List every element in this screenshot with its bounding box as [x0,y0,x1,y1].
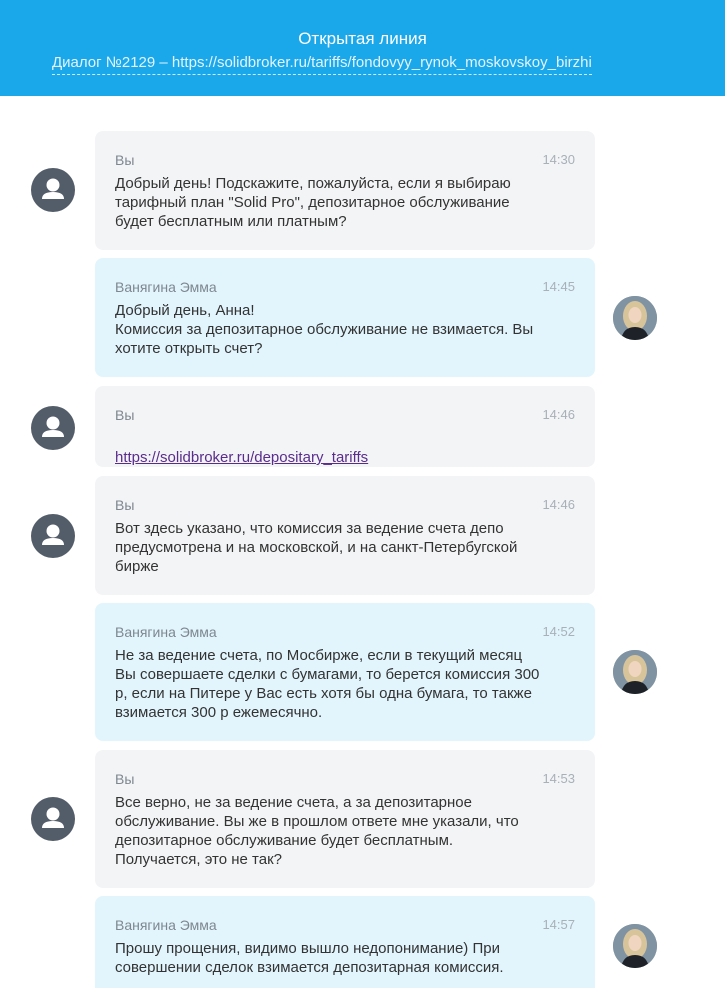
user-icon [42,807,64,828]
operator-photo-icon [613,296,657,340]
client-avatar [31,514,75,558]
operator-avatar [613,296,657,340]
message-author: Ванягина Эмма [115,279,217,295]
message-text: Добрый день! Подскажите, пожалуйста, есл… [115,175,511,230]
message-time: 14:52 [542,624,575,639]
message-author: Ванягина Эмма [115,624,217,640]
message-time: 14:45 [542,279,575,294]
operator-photo-icon [613,924,657,968]
tariffs-link[interactable]: https://solidbroker.ru/depositary_tariff… [115,449,368,466]
message-time: 14:53 [542,771,575,786]
chat-header: Открытая линия Диалог №2129 – https://so… [0,0,725,96]
message-bubble: Ванягина Эмма 14:52 Не за ведение счета,… [95,603,595,741]
message-time: 14:46 [542,407,575,422]
message-bubble: Вы 14:30 Добрый день! Подскажите, пожалу… [95,131,595,250]
message-author: Вы [115,497,135,513]
message-time: 14:30 [542,152,575,167]
operator-avatar [613,924,657,968]
user-icon [42,178,64,199]
message-text: Прошу прощения, видимо вышло недопониман… [115,940,504,976]
message-author: Вы [115,771,135,787]
client-avatar [31,168,75,212]
user-icon [42,416,64,437]
message-bubble: Вы 14:46 https://solidbroker.ru/deposita… [95,386,595,467]
message-time: 14:57 [542,917,575,932]
message-bubble: Вы 14:53 Все верно, не за ведение счета,… [95,750,595,888]
message-text: Не за ведение счета, по Мосбирже, если в… [115,647,540,721]
message-author: Вы [115,407,135,423]
user-icon [42,524,64,545]
message-text: https://solidbroker.ru/depositary_tariff… [115,429,575,467]
message-author: Вы [115,152,135,168]
client-avatar [31,406,75,450]
message-author: Ванягина Эмма [115,917,217,933]
message-bubble: Ванягина Эмма 14:45 Добрый день, Анна! К… [95,258,595,377]
operator-avatar [613,650,657,694]
message-bubble: Ванягина Эмма 14:57 Прошу прощения, види… [95,896,595,988]
message-text: Добрый день, Анна! Комиссия за депозитар… [115,302,534,357]
operator-photo-icon [613,650,657,694]
client-avatar [31,797,75,841]
dialog-link[interactable]: Диалог №2129 – https://solidbroker.ru/ta… [52,53,592,75]
message-time: 14:46 [542,497,575,512]
header-title: Открытая линия [298,29,427,48]
message-bubble: Вы 14:46 Вот здесь указано, что комиссия… [95,476,595,595]
message-text: Все верно, не за ведение счета, а за деп… [115,794,519,868]
message-text: Вот здесь указано, что комиссия за веден… [115,520,518,575]
